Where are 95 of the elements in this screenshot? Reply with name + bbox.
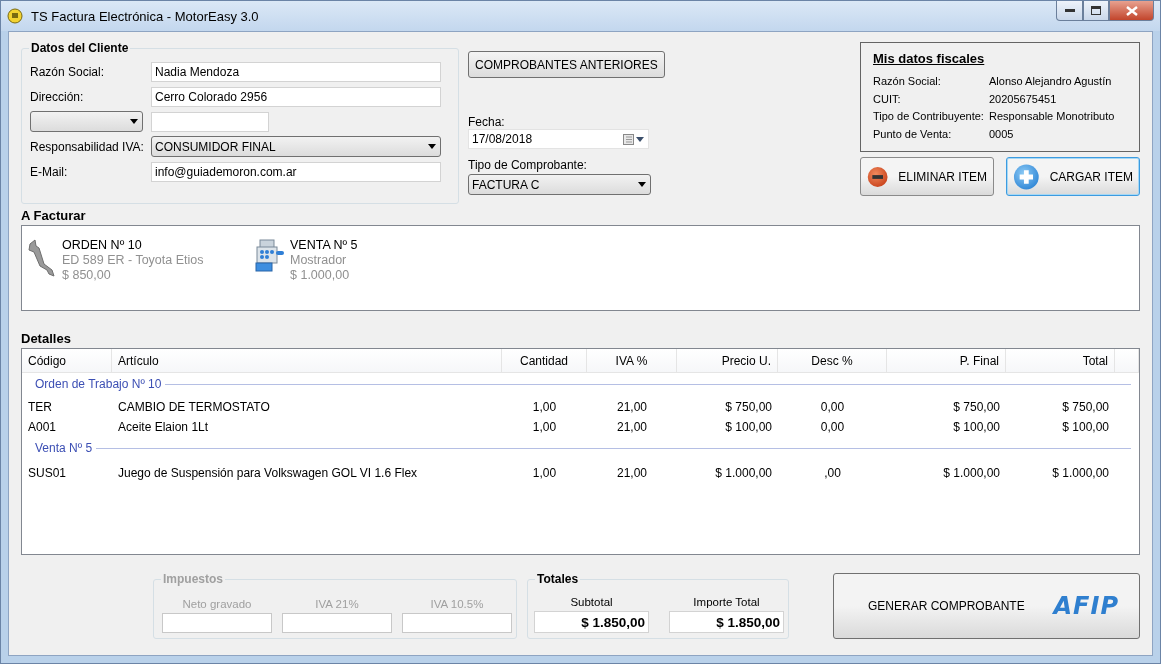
item-title: VENTA Nº 5 <box>290 238 358 253</box>
field-label: IVA 10.5% <box>430 598 484 610</box>
table-cell-text: $ 750,00 <box>952 399 1001 416</box>
table-cell-text: A001 <box>27 419 58 436</box>
table-cell-text: $ 1.000,00 <box>1051 465 1110 482</box>
item-amount: $ 850,00 <box>62 268 112 283</box>
previous-vouchers-button[interactable]: COMPROBANTES ANTERIORES <box>468 51 665 78</box>
info-value: Responsable Monotributo <box>989 110 1115 123</box>
table-cell-text: 1,00 <box>531 419 558 436</box>
info-label: Punto de Venta: <box>873 128 953 141</box>
table-cell-text: $ 750,00 <box>1061 399 1110 416</box>
close-icon <box>1125 5 1138 16</box>
remove-item-button[interactable]: ELIMINAR ITEM <box>860 157 994 196</box>
item-subtitle: ED 589 ER - Toyota Etios <box>62 253 204 268</box>
table-cell-text: ,00 <box>823 465 842 482</box>
column-header[interactable]: Precio U. <box>677 349 778 372</box>
add-item-button[interactable]: CARGAR ITEM <box>1006 157 1140 196</box>
wrench-icon <box>26 238 58 278</box>
caret-icon <box>428 144 436 149</box>
table-cell-text: 21,00 <box>616 419 648 436</box>
maximize-icon <box>1091 6 1101 15</box>
table-cell-text: $ 1.000,00 <box>942 465 1001 482</box>
table-cell-text: 0,00 <box>819 399 846 416</box>
afip-logo: AFIP <box>1053 592 1119 620</box>
close-button[interactable] <box>1109 1 1154 21</box>
input-field[interactable]: Nadia Mendoza <box>151 61 441 82</box>
field-label: Importe Total <box>693 596 760 608</box>
field-label: Dirección: <box>30 89 85 104</box>
minimize-button[interactable] <box>1056 1 1083 21</box>
column-header[interactable]: Cantidad <box>502 349 587 372</box>
table-cell-text: $ 1.000,00 <box>714 465 773 482</box>
field-label: Responsabilidad IVA: <box>30 139 145 154</box>
cash-register-icon <box>254 238 286 274</box>
column-header[interactable]: Artículo <box>112 349 502 372</box>
dropdown[interactable]: CONSUMIDOR FINAL <box>151 136 441 157</box>
item-title: ORDEN Nº 10 <box>62 238 143 253</box>
field-label: Subtotal <box>570 596 613 608</box>
table-cell-text: $ 750,00 <box>724 399 773 416</box>
date-field[interactable]: 17/08/2018 <box>468 129 649 149</box>
section-title: A Facturar <box>21 208 87 223</box>
generate-voucher-button[interactable]: GENERAR COMPROBANTE AFIP <box>833 573 1140 639</box>
table-cell-text: Aceite Elaion 1Lt <box>117 419 210 436</box>
column-header[interactable]: P. Final <box>887 349 1006 372</box>
panel-title: Mis datos fiscales <box>873 51 986 66</box>
table-cell-text: 0,00 <box>819 419 846 436</box>
window-title: TS Factura Electrónica - MotorEasy 3.0 <box>31 8 260 24</box>
info-value: 20205675451 <box>989 92 1057 105</box>
field-label: E-Mail: <box>30 164 69 179</box>
section-title: Impuestos <box>161 572 225 586</box>
table-cell-text: TER <box>27 399 53 416</box>
field-label: Neto gravado <box>182 598 252 610</box>
column-header[interactable]: Desc % <box>778 349 887 372</box>
input-field[interactable]: info@guiademoron.com.ar <box>151 161 441 182</box>
minimize-icon <box>1064 8 1075 13</box>
section-title: Detalles <box>21 331 72 346</box>
plus-icon <box>1013 162 1040 191</box>
info-label: Tipo de Contribuyente: <box>873 110 985 123</box>
caret-icon <box>130 119 138 124</box>
field-label: Fecha: <box>468 115 506 129</box>
column-header[interactable]: Código <box>22 349 112 372</box>
section-title: Totales <box>535 572 581 586</box>
table-cell-text: 21,00 <box>616 399 648 416</box>
item-amount: $ 1.000,00 <box>290 268 351 283</box>
field-label: IVA 21% <box>315 598 359 610</box>
input-field[interactable] <box>151 111 269 132</box>
table-cell-text: $ 100,00 <box>1061 419 1110 436</box>
info-value: 0005 <box>989 128 1014 141</box>
info-label: Razón Social: <box>873 74 942 87</box>
table-cell-text: 21,00 <box>616 465 648 482</box>
info-label: CUIT: <box>873 92 902 105</box>
field-label: Razón Social: <box>30 64 106 79</box>
section-title: Datos del Cliente <box>29 41 131 55</box>
total-value: $ 1.850,00 <box>534 611 649 633</box>
dropdown[interactable] <box>30 111 143 132</box>
calendar-icon[interactable] <box>623 133 645 145</box>
table-cell-text: 1,00 <box>531 465 558 482</box>
total-value: $ 1.850,00 <box>669 611 784 633</box>
app-logo-icon <box>7 8 23 24</box>
item-subtitle: Mostrador <box>290 253 348 268</box>
maximize-button[interactable] <box>1083 1 1109 21</box>
table-cell-text: CAMBIO DE TERMOSTATO <box>117 399 271 416</box>
input-field[interactable]: Cerro Colorado 2956 <box>151 86 441 107</box>
table-cell-text: 1,00 <box>531 399 558 416</box>
table-cell-text: SUS01 <box>27 465 68 482</box>
field-label: Tipo de Comprobante: <box>468 158 588 172</box>
column-header[interactable]: IVA % <box>587 349 677 372</box>
column-header[interactable]: Total <box>1006 349 1115 372</box>
group-header: Venta Nº 5 <box>35 441 93 455</box>
table-cell-text: Juego de Suspensión para Volkswagen GOL VI 1.6 Flex <box>117 465 419 482</box>
group-header: Orden de Trabajo Nº 10 <box>35 377 162 391</box>
caret-icon <box>638 182 646 187</box>
table-cell-text: $ 100,00 <box>952 419 1001 436</box>
table-cell-text: $ 100,00 <box>724 419 773 436</box>
dropdown[interactable]: FACTURA C <box>468 174 651 195</box>
info-value: Alonso Alejandro Agustín <box>989 74 1112 87</box>
